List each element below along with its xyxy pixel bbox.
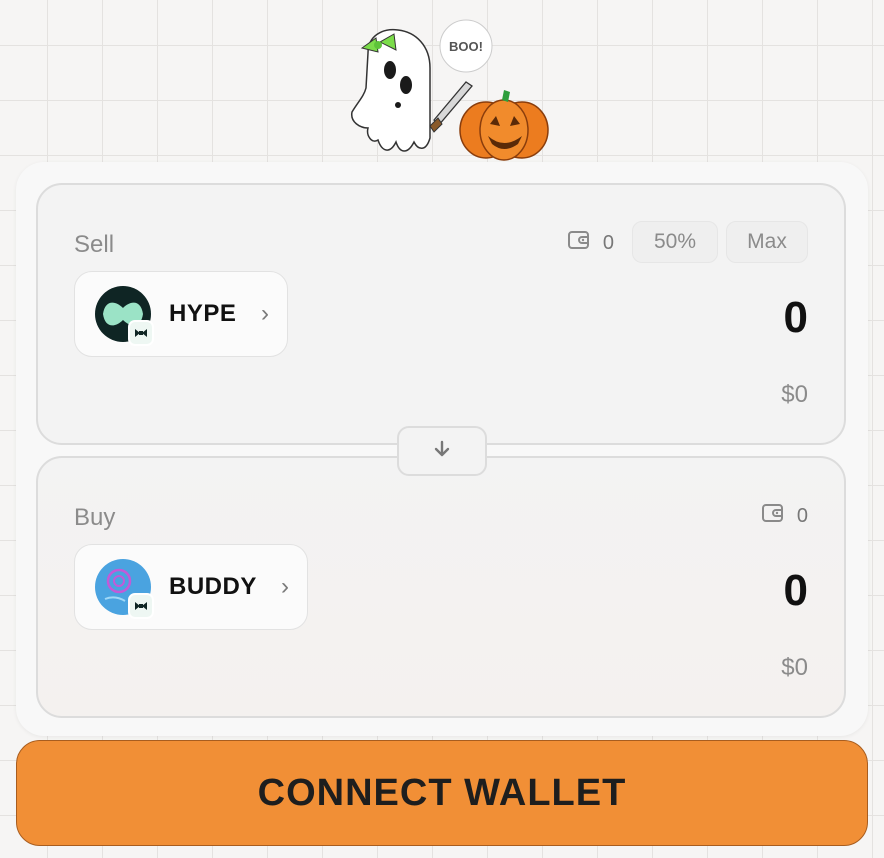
buy-token-selector[interactable]: BUDDY ›	[74, 544, 308, 630]
buy-label: Buy	[74, 504, 116, 531]
chain-badge-icon	[128, 320, 154, 346]
chevron-right-icon: ›	[281, 573, 289, 600]
buy-amount[interactable]: 0	[784, 566, 808, 616]
chevron-right-icon: ›	[261, 300, 269, 327]
swap-panel: Sell 0 50% Max HYPE › 0 $0 Buy 0 BUDDY ›…	[16, 162, 868, 736]
swap-direction-button[interactable]	[397, 426, 487, 476]
arrow-down-icon	[432, 439, 452, 464]
buy-balance-value: 0	[796, 504, 808, 527]
wallet-icon	[567, 229, 591, 257]
connect-wallet-button[interactable]: CONNECT WALLET	[16, 740, 868, 846]
sell-token-symbol: HYPE	[169, 300, 237, 327]
chain-badge-icon	[128, 593, 154, 619]
sell-card: Sell 0 50% Max HYPE › 0 $0	[36, 183, 846, 445]
max-button[interactable]: Max	[726, 221, 808, 263]
buy-token-symbol: BUDDY	[169, 573, 257, 600]
sell-amount[interactable]: 0	[784, 293, 808, 343]
speech-bubble: BOO!	[439, 19, 493, 73]
sell-usd-value: $0	[781, 381, 808, 408]
sell-token-selector[interactable]: HYPE ›	[74, 271, 288, 357]
wallet-icon	[761, 502, 785, 530]
halloween-mascot: BOO!	[338, 18, 558, 168]
buy-card: Buy 0 BUDDY › 0 $0	[36, 456, 846, 718]
sell-label: Sell	[74, 231, 115, 258]
buddy-logo-icon	[95, 559, 154, 619]
svg-text:BOO!: BOO!	[449, 39, 483, 54]
hype-logo-icon	[95, 286, 154, 346]
buy-usd-value: $0	[781, 654, 808, 681]
sell-balance: 0	[567, 229, 614, 257]
sell-balance-value: 0	[602, 231, 614, 254]
half-button[interactable]: 50%	[632, 221, 718, 263]
buy-balance: 0	[761, 502, 808, 530]
